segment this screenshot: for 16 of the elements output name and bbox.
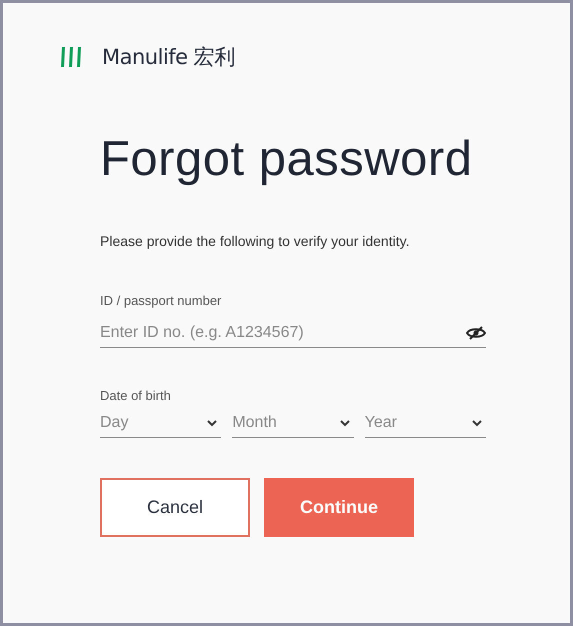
- eye-slash-icon[interactable]: [466, 326, 486, 340]
- chevron-down-icon: [207, 420, 218, 426]
- select-field[interactable]: Month: [232, 409, 354, 438]
- continue-button[interactable]: Continue: [264, 478, 414, 537]
- field-label: Date of birth: [100, 388, 172, 403]
- select-field[interactable]: Day: [100, 409, 222, 438]
- field-label: ID / passport number: [100, 293, 222, 308]
- select-field[interactable]: Year: [364, 409, 486, 438]
- brand-name: Manulife 宏利: [102, 44, 236, 71]
- logo-icon: [60, 46, 84, 68]
- cancel-button[interactable]: Cancel: [100, 478, 250, 537]
- chevron-down-icon: [340, 420, 350, 426]
- id-input-field[interactable]: Enter ID no. (e.g. A1234567): [100, 318, 486, 348]
- chevron-down-icon: [472, 420, 482, 426]
- page-title: Forgot password: [100, 131, 474, 187]
- intro-text: Please provide the following to verify your identity.: [100, 233, 410, 249]
